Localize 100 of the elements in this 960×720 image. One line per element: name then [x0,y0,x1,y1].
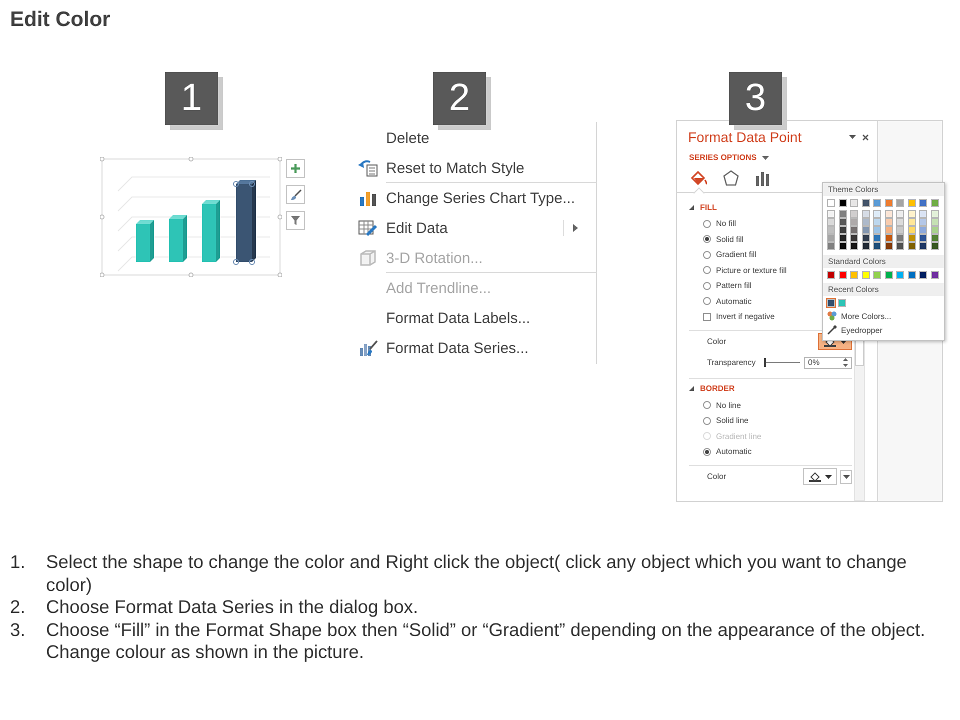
color-swatch[interactable] [930,210,938,218]
color-swatch[interactable] [908,199,916,207]
color-swatch[interactable] [884,242,892,250]
menu-item[interactable]: Format Data Series... [350,333,596,363]
chart-elements-button[interactable] [286,159,305,178]
radio-button[interactable] [703,266,711,274]
color-swatch[interactable] [873,218,881,226]
pane-tab[interactable] [721,168,741,188]
color-swatch[interactable] [862,226,870,234]
color-swatch[interactable] [873,199,881,207]
chart-styles-button[interactable] [286,185,305,204]
color-swatch[interactable] [838,218,846,226]
radio-button[interactable] [703,282,711,290]
color-swatch[interactable] [930,218,938,226]
menu-item[interactable]: Delete [350,123,596,153]
section-header[interactable]: BORDER [689,382,735,394]
color-swatch[interactable] [896,242,904,250]
color-swatch[interactable] [838,242,846,250]
color-swatch[interactable] [919,271,927,279]
color-swatch[interactable] [919,242,927,250]
color-swatch[interactable] [862,199,870,207]
color-swatch[interactable] [873,226,881,234]
color-swatch[interactable] [919,234,927,242]
color-swatch[interactable] [850,218,858,226]
close-icon[interactable] [862,134,869,140]
color-picker-button[interactable] [803,468,837,485]
chart-filters-button[interactable] [286,211,305,230]
color-swatch[interactable] [827,199,835,207]
section-header[interactable]: FILL [689,201,717,213]
color-swatch[interactable] [850,199,858,207]
color-swatch[interactable] [930,242,938,250]
color-swatch[interactable] [827,218,835,226]
dropdown-button[interactable] [840,470,852,484]
color-swatch[interactable] [896,210,904,218]
color-swatch[interactable] [827,210,835,218]
chart-bar[interactable] [233,180,256,265]
radio-button[interactable] [703,401,711,410]
color-swatch[interactable] [930,271,938,279]
color-swatch[interactable] [862,210,870,218]
color-swatch[interactable] [838,271,846,279]
color-swatch[interactable] [908,218,916,226]
eyedropper-button[interactable]: Eyedropper [823,323,886,337]
color-swatch[interactable] [838,210,846,218]
color-swatch[interactable] [850,210,858,218]
color-swatch[interactable] [827,234,835,242]
color-swatch[interactable] [827,271,835,279]
color-swatch[interactable] [908,210,916,218]
radio-button[interactable] [703,297,711,306]
color-swatch[interactable] [919,199,927,207]
color-swatch[interactable] [850,226,858,234]
color-swatch[interactable] [850,271,858,279]
menu-item[interactable]: Edit Data [350,213,596,243]
color-swatch[interactable] [838,226,846,234]
color-swatch[interactable] [896,218,904,226]
radio-button[interactable] [703,448,711,456]
color-swatch[interactable] [850,242,858,250]
color-swatch[interactable] [884,226,892,234]
color-swatch[interactable] [862,218,870,226]
color-swatch[interactable] [930,199,938,207]
color-swatch[interactable] [896,271,904,279]
radio-button[interactable] [703,250,711,259]
color-swatch[interactable] [873,234,881,242]
color-swatch[interactable] [884,210,892,218]
color-swatch[interactable] [827,242,835,250]
color-swatch[interactable] [827,226,835,234]
radio-button[interactable] [703,416,711,425]
more-colors-button[interactable]: More Colors... [823,309,896,323]
color-swatch[interactable] [838,299,846,307]
color-swatch[interactable] [884,218,892,226]
color-swatch[interactable] [862,271,870,279]
color-swatch[interactable] [884,199,892,207]
color-swatch[interactable] [884,234,892,242]
color-swatch[interactable] [838,234,846,242]
chart-frame[interactable] [100,157,282,277]
color-swatch[interactable] [930,226,938,234]
menu-item[interactable]: Format Data Labels... [350,303,596,333]
menu-item[interactable]: Reset to Match Style [350,153,596,183]
color-swatch[interactable] [862,234,870,242]
color-swatch[interactable] [896,199,904,207]
color-swatch[interactable] [873,242,881,250]
color-swatch[interactable] [838,199,846,207]
color-swatch[interactable] [827,299,835,307]
color-swatch[interactable] [908,242,916,250]
color-swatch[interactable] [930,234,938,242]
series-options-dropdown[interactable]: SERIES OPTIONS [689,153,769,162]
color-swatch[interactable] [908,234,916,242]
color-swatch[interactable] [873,210,881,218]
radio-button[interactable] [703,220,711,228]
menu-item[interactable]: Change Series Chart Type... [350,183,596,213]
percent-field[interactable]: 0% [804,356,852,368]
color-swatch[interactable] [850,234,858,242]
color-swatch[interactable] [862,242,870,250]
color-swatch[interactable] [884,271,892,279]
color-swatch[interactable] [896,226,904,234]
color-swatch[interactable] [919,210,927,218]
radio-button[interactable] [703,235,711,244]
color-swatch[interactable] [919,218,927,226]
color-swatch[interactable] [919,226,927,234]
color-swatch[interactable] [908,271,916,279]
color-swatch[interactable] [873,271,881,279]
